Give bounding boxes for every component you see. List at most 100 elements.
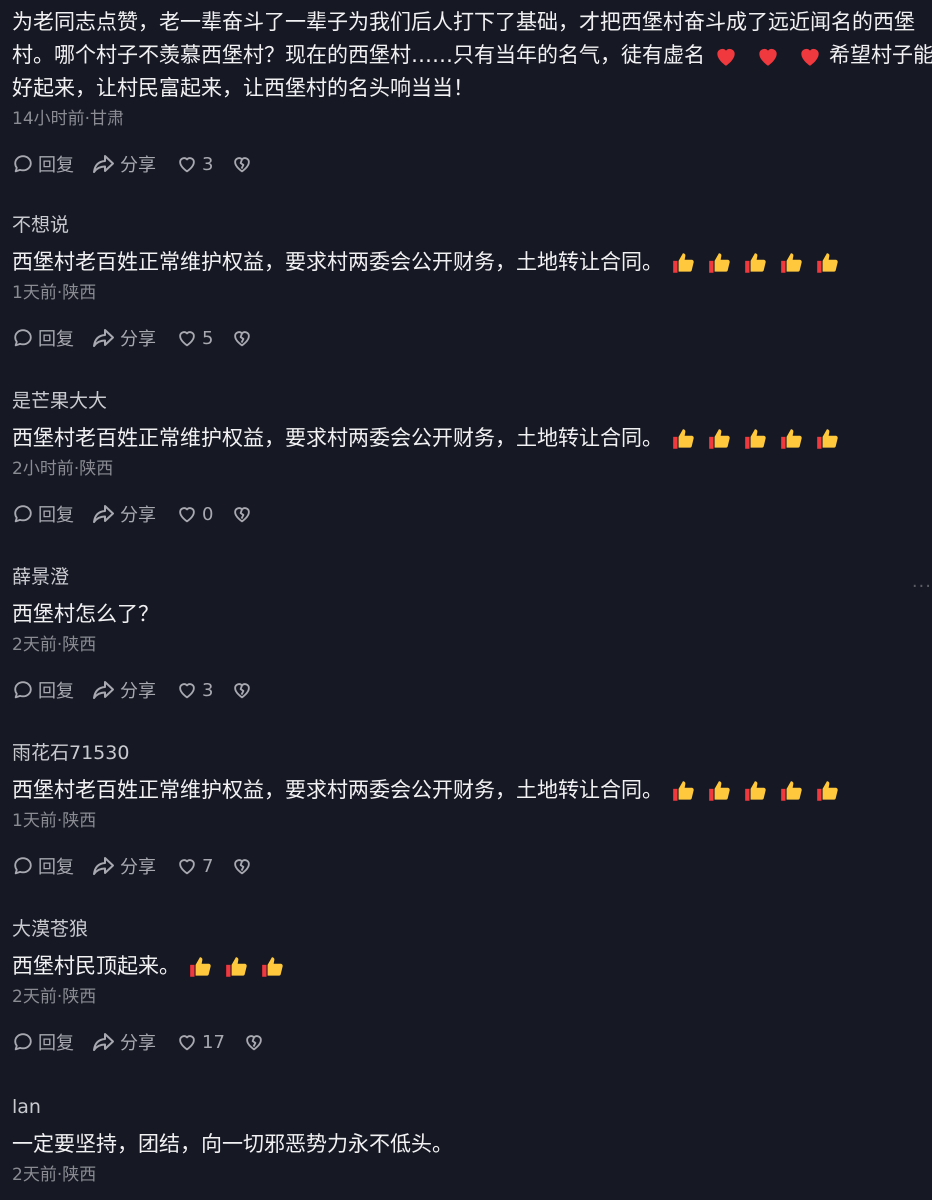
- comment-username[interactable]: 是芒果大大: [12, 388, 917, 414]
- comment-text-segment: 西堡村怎么了？: [12, 602, 159, 626]
- like-button[interactable]: 0: [176, 503, 213, 525]
- comment-meta: 2天前·陕西: [12, 635, 97, 655]
- share-arrow-icon: [93, 155, 114, 173]
- reply-button[interactable]: 回复: [12, 151, 74, 177]
- comment-text-segment: 希望村子能: [829, 43, 932, 67]
- thumbs-up-emoji: [260, 954, 286, 980]
- comment-item: 是芒果大大 西堡村老百姓正常维护权益，要求村两委会公开财务，土地转让合同。 2小…: [12, 388, 917, 527]
- like-count: 0: [202, 503, 214, 525]
- comment-actions: 回复 分享 3: [12, 151, 917, 177]
- thumbs-up-emoji: [707, 778, 733, 804]
- reply-label: 回复: [38, 857, 74, 878]
- dislike-button[interactable]: [231, 327, 253, 349]
- share-arrow-icon: [93, 681, 114, 699]
- comment-text-segment: 西堡村老百姓正常维护权益，要求村两委会公开财务，土地转让合同。: [12, 250, 663, 274]
- share-arrow-icon: [93, 329, 114, 347]
- red-heart-emoji: [755, 43, 781, 69]
- comment-meta: 1天前·陕西: [12, 283, 97, 303]
- share-button[interactable]: 分享: [92, 501, 156, 527]
- broken-heart-icon: [234, 157, 251, 173]
- comment-text: 西堡村老百姓正常维护权益，要求村两委会公开财务，土地转让合同。: [12, 246, 917, 279]
- broken-heart-icon: [234, 331, 251, 347]
- share-button[interactable]: 分享: [92, 677, 156, 703]
- comment-text: 西堡村老百姓正常维护权益，要求村两委会公开财务，土地转让合同。: [12, 774, 917, 807]
- thumbs-up-emoji: [671, 426, 697, 452]
- comment-item: 为老同志点赞，老一辈奋斗了一辈子为我们后人打下了基础，才把西堡村奋斗成了远近闻名…: [12, 6, 932, 177]
- reply-button[interactable]: 回复: [12, 853, 74, 879]
- chat-bubble-icon: [14, 505, 32, 523]
- comment-meta: 14小时前·甘肃: [12, 109, 125, 129]
- share-label: 分享: [120, 681, 156, 702]
- thumbs-up-emoji: [815, 426, 841, 452]
- thumbs-up-emoji: [188, 954, 214, 980]
- thumbs-up-emoji: [707, 426, 733, 452]
- comment-username[interactable]: lan: [12, 1094, 917, 1120]
- dislike-button[interactable]: [231, 679, 253, 701]
- comment-item: 雨花石71530 西堡村老百姓正常维护权益，要求村两委会公开财务，土地转让合同。…: [12, 740, 917, 879]
- dislike-button[interactable]: [231, 855, 253, 877]
- share-label: 分享: [120, 155, 156, 176]
- heart-outline-icon: [179, 683, 195, 699]
- share-arrow-icon: [93, 857, 114, 875]
- comment-item: 大漠苍狼 西堡村民顶起来。 2天前·陕西 回复 分享 17: [12, 916, 917, 1055]
- dislike-button[interactable]: [231, 503, 253, 525]
- like-count: 5: [202, 327, 214, 349]
- red-heart-emoji: [797, 43, 823, 69]
- more-options-icon[interactable]: ···: [912, 576, 932, 597]
- broken-heart-icon: [234, 859, 251, 875]
- share-button[interactable]: 分享: [92, 1029, 156, 1055]
- broken-heart-icon: [234, 507, 251, 523]
- comment-text-line: 西堡村老百姓正常维护权益，要求村两委会公开财务，土地转让合同。: [12, 422, 917, 455]
- comment-text-line: 一定要坚持，团结，向一切邪恶势力永不低头。: [12, 1128, 917, 1161]
- comment-text: 为老同志点赞，老一辈奋斗了一辈子为我们后人打下了基础，才把西堡村奋斗成了远近闻名…: [12, 6, 932, 105]
- chat-bubble-icon: [14, 681, 32, 699]
- thumbs-up-emoji: [671, 250, 697, 276]
- comment-username[interactable]: 雨花石71530: [12, 740, 917, 766]
- emoji-group: [671, 250, 851, 276]
- comment-text-line: 为老同志点赞，老一辈奋斗了一辈子为我们后人打下了基础，才把西堡村奋斗成了远近闻名…: [12, 10, 915, 34]
- broken-heart-icon: [234, 683, 251, 699]
- reply-label: 回复: [38, 155, 74, 176]
- like-count: 3: [202, 153, 214, 175]
- like-button[interactable]: 17: [176, 1031, 225, 1053]
- comment-username[interactable]: 不想说: [12, 212, 917, 238]
- thumbs-up-emoji: [779, 426, 805, 452]
- comment-text: 西堡村民顶起来。: [12, 950, 917, 983]
- chat-bubble-icon: [14, 1033, 32, 1051]
- comment-text-line: 西堡村老百姓正常维护权益，要求村两委会公开财务，土地转让合同。: [12, 774, 917, 807]
- reply-button[interactable]: 回复: [12, 677, 74, 703]
- comment-text-segment: 西堡村民顶起来。: [12, 954, 180, 978]
- comment-text-segment: 村。哪个村子不羡慕西堡村？现在的西堡村……只有当年的名气，徒有虚名: [12, 43, 705, 67]
- share-label: 分享: [120, 505, 156, 526]
- thumbs-up-emoji: [224, 954, 250, 980]
- reply-label: 回复: [38, 329, 74, 350]
- comment-item: 不想说 西堡村老百姓正常维护权益，要求村两委会公开财务，土地转让合同。 1天前·…: [12, 212, 917, 351]
- dislike-button[interactable]: [243, 1031, 265, 1053]
- comment-item: 薛景澄 西堡村怎么了？ 2天前·陕西 回复 分享 3: [12, 564, 917, 703]
- comment-username[interactable]: 大漠苍狼: [12, 916, 917, 942]
- dislike-button[interactable]: [231, 153, 253, 175]
- share-button[interactable]: 分享: [92, 853, 156, 879]
- share-button[interactable]: 分享: [92, 325, 156, 351]
- like-button[interactable]: 3: [176, 679, 213, 701]
- heart-outline-icon: [179, 157, 195, 173]
- comment-text-line: 西堡村民顶起来。: [12, 950, 917, 983]
- broken-heart-icon: [246, 1035, 262, 1051]
- comment-text: 西堡村怎么了？: [12, 598, 917, 631]
- comment-text-segment: 西堡村老百姓正常维护权益，要求村两委会公开财务，土地转让合同。: [12, 426, 663, 450]
- comment-username[interactable]: 薛景澄: [12, 564, 917, 590]
- share-arrow-icon: [93, 1033, 114, 1051]
- reply-button[interactable]: 回复: [12, 325, 74, 351]
- like-button[interactable]: 7: [176, 855, 213, 877]
- comment-meta: 2天前·陕西: [12, 987, 97, 1007]
- like-button[interactable]: 3: [176, 153, 213, 175]
- like-button[interactable]: 5: [176, 327, 213, 349]
- share-arrow-icon: [93, 505, 114, 523]
- comment-text-segment: 一定要坚持，团结，向一切邪恶势力永不低头。: [12, 1132, 453, 1156]
- reply-button[interactable]: 回复: [12, 1029, 74, 1055]
- thumbs-up-emoji: [743, 778, 769, 804]
- reply-label: 回复: [38, 681, 74, 702]
- comment-text-line: 好起来，让村民富起来，让西堡村的名头响当当！: [12, 76, 474, 100]
- share-button[interactable]: 分享: [92, 151, 156, 177]
- reply-button[interactable]: 回复: [12, 501, 74, 527]
